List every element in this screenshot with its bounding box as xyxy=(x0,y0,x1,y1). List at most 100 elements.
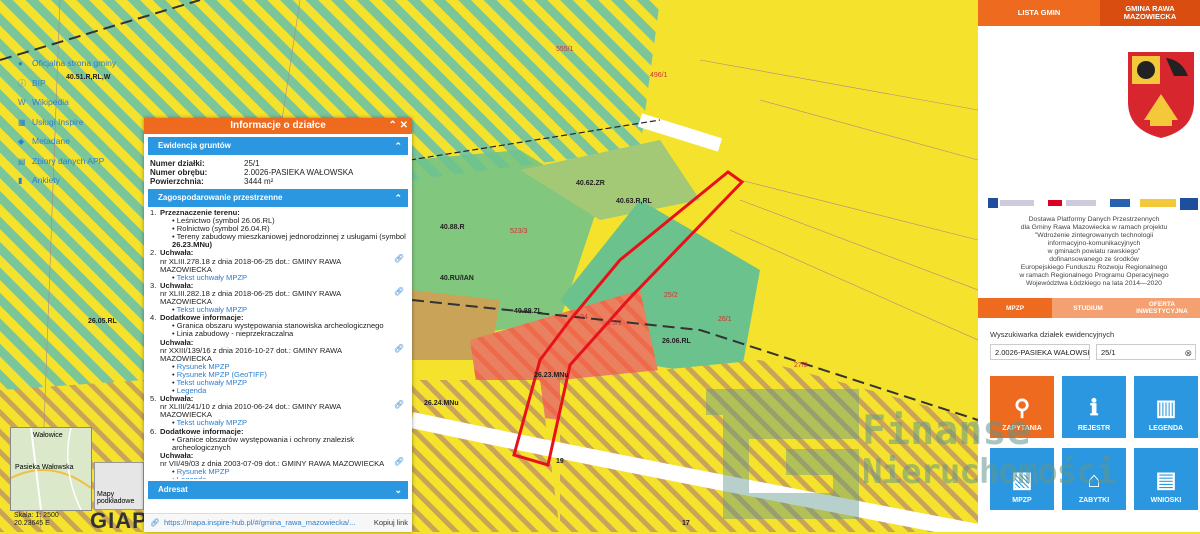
tile-label: ZABYTKI xyxy=(1078,497,1110,504)
panel-header: Informacje o działce ⌃ ✕ xyxy=(144,118,412,134)
chevron-up-icon: ⌃ xyxy=(394,141,402,151)
clear-icon[interactable]: ⊗ xyxy=(1184,345,1192,361)
sidebar-link-label: Metadane xyxy=(32,136,70,146)
sidebar-link[interactable]: W Wikipedia xyxy=(18,93,116,113)
section-title: Adresat xyxy=(158,485,188,494)
giap-logo: GIAP xyxy=(90,508,148,533)
tab-mpzp[interactable]: MPZP xyxy=(978,298,1052,318)
item-number: 3. xyxy=(150,280,157,290)
item-number: 2. xyxy=(150,248,157,258)
map-label: 40.63.R,RL xyxy=(616,198,652,205)
close-icon[interactable]: ✕ xyxy=(400,120,408,131)
item-link[interactable]: • Legenda xyxy=(160,387,406,395)
link-icon[interactable]: 🔗︎ xyxy=(394,287,404,296)
parcel-number: 19 xyxy=(556,458,564,465)
zoning-item: Uchwała: 🔗︎ nr VII/49/03 z dnia 2003-07-09… xyxy=(150,451,406,479)
parcel-row: Powierzchnia: 3444 m² xyxy=(144,177,412,186)
tile-label: LEGENDA xyxy=(1148,425,1184,432)
share-url[interactable]: https://mapa.inspire-hub.pl/#/gmina_rawa… xyxy=(164,514,364,532)
parcel-row: Numer działki: 25/1 xyxy=(144,159,412,168)
scale-info: Skala: 1: 2500 20.23645 E xyxy=(14,512,59,528)
info-icon: ℹ xyxy=(1089,395,1099,420)
parcel-value: 2.0026-PASIEKA WAŁOWSKA xyxy=(244,168,354,177)
coords-text: 20.23645 E xyxy=(14,520,50,527)
obreb-select[interactable]: 2.0026-PASIEKA WAŁOWSKA xyxy=(990,344,1090,360)
sidebar-link[interactable]: ▦ Usługi Inspire xyxy=(18,113,116,133)
link-icon: 🔗︎ xyxy=(150,518,160,527)
item-link[interactable]: • Tekst uchwały MPZP xyxy=(160,273,406,282)
map-label: 40.62.ZR xyxy=(576,180,605,187)
parcel-value: 25/1 xyxy=(244,159,260,168)
search-title: Wyszukiwarka działek ewidencyjnych xyxy=(990,330,1115,339)
document-link[interactable]: Legenda xyxy=(177,475,207,479)
project-line: informacyjno-komunikacyjnych xyxy=(1047,240,1141,247)
parcel-value: 3444 m² xyxy=(244,177,274,186)
zoning-item: 3. Uchwała: 🔗︎ nr XLIII.282.18 z dnia 2018-… xyxy=(150,280,406,314)
project-line: w ramach Regionalnego Programu Operacyjn… xyxy=(1019,272,1169,279)
parcel-number-input[interactable]: 25/1 ⊗ xyxy=(1096,344,1196,360)
map-label: 26.24.MNu xyxy=(424,400,459,407)
sidebar-link-label: BIP xyxy=(32,77,46,88)
project-line: dofinansowanego ze środków xyxy=(1049,256,1139,263)
project-description: Dostawa Platformy Danych Przestrzennych d… xyxy=(990,216,1198,288)
base-maps-button[interactable]: Mapy podkładowe xyxy=(94,462,144,510)
sidebar-link[interactable]: ▮ Ankiety xyxy=(18,171,116,191)
scale-text: Skala: 1: 2500 xyxy=(14,512,59,519)
link-icon[interactable]: 🔗︎ xyxy=(394,457,404,466)
tile-label: REJESTR xyxy=(1077,425,1111,432)
sidebar-link[interactable]: ◆ Metadane xyxy=(18,132,116,152)
eu-funding-logos xyxy=(988,198,1198,210)
tab-oferta[interactable]: OFERTA INWESTYCYJNA xyxy=(1124,298,1200,318)
parcel-number: 27/2 xyxy=(794,362,808,369)
section-zagospodarowanie[interactable]: Zagospodarowanie przestrzenne ⌃ xyxy=(148,189,408,207)
chart-icon: ▮ xyxy=(18,176,23,185)
book-icon: ▥ xyxy=(1155,395,1177,420)
project-line: dla Gminy Rawa Mazowiecka w ramach proje… xyxy=(1020,224,1168,231)
map-label: 40.RU/IAN xyxy=(440,275,474,282)
item-sub: • Linia zabudowy - nieprzekraczalna xyxy=(160,330,406,338)
parcel-number: 25/1 xyxy=(608,320,622,327)
overview-minimap[interactable]: Wałowice Pasieka Wałowska xyxy=(10,427,92,511)
item-link[interactable]: • Legenda xyxy=(160,476,406,479)
section-ewidencja[interactable]: Ewidencja gruntów ⌃ xyxy=(148,137,408,155)
sidebar-link[interactable]: ▤ Zbiory danych APP xyxy=(18,152,116,172)
tile-wnioski[interactable]: ▤ WNIOSKI xyxy=(1134,448,1198,510)
watermark-text: Nieruchomości xyxy=(862,452,1116,492)
tile-label: MPZP xyxy=(1012,497,1032,504)
collapse-icon[interactable]: ⌃ xyxy=(388,120,396,131)
link-icon[interactable]: 🔗︎ xyxy=(394,255,404,263)
sidebar-link[interactable]: ⓘ BIP xyxy=(18,74,116,94)
database-icon: ▤ xyxy=(18,156,26,166)
copy-link-button[interactable]: Kopiuj link xyxy=(374,514,408,532)
minimap-label: Pasieka Wałowska xyxy=(15,464,74,471)
tile-rejestr[interactable]: ℹ REJESTR xyxy=(1062,376,1126,438)
sidebar-link[interactable]: ● Oficjalna strona gminy xyxy=(18,54,116,74)
parcel-number: 17 xyxy=(682,520,690,527)
parcel-number: 496/1 xyxy=(650,72,668,79)
zoning-item: 4. Dodatkowe informacje: • Granica obszaru… xyxy=(150,314,406,338)
tab-lista-gmin[interactable]: LISTA GMIN xyxy=(978,0,1100,26)
section-title: Zagospodarowanie przestrzenne xyxy=(158,193,283,202)
share-link-bar: 🔗︎ https://mapa.inspire-hub.pl/#/gmina_r… xyxy=(144,513,412,532)
parcel-number-value: 25/1 xyxy=(1101,348,1116,357)
chevron-up-icon: ⌃ xyxy=(394,193,402,203)
tab-studium[interactable]: STUDIUM xyxy=(1052,298,1124,318)
zoning-item: 5. Uchwała: 🔗︎ nr XLIII/241/10 z dnia 2010-… xyxy=(150,395,406,427)
parcel-number: 25/2 xyxy=(664,292,678,299)
sidebar-link-label: Ankiety xyxy=(32,175,60,185)
zoning-item: 6. Dodatkowe informacje: • Granice obszaró… xyxy=(150,427,406,452)
project-line: Europejskiego Funduszu Rozwoju Regionaln… xyxy=(1020,264,1168,271)
minimap-label: Wałowice xyxy=(33,432,63,439)
section-adresat[interactable]: Adresat ⌄ xyxy=(148,481,408,499)
tile-legenda[interactable]: ▥ LEGENDA xyxy=(1134,376,1198,438)
link-icon[interactable]: 🔗︎ xyxy=(394,401,404,409)
chevron-down-icon: ⌄ xyxy=(394,485,402,495)
tile-label: WNIOSKI xyxy=(1150,497,1182,504)
tab-gmina[interactable]: GMINA RAWA MAZOWIECKA xyxy=(1100,0,1200,26)
item-number: 1. xyxy=(150,208,157,217)
parcel-key: Powierzchnia: xyxy=(150,177,204,186)
parcel-details: Numer działki: 25/1 Numer obrębu: 2.0026-P… xyxy=(144,155,412,186)
map-label: 26.05.RL xyxy=(88,318,117,325)
municipality-links: ● Oficjalna strona gminy ⓘ BIP W Wikipedia ▦ Us… xyxy=(18,54,116,191)
link-icon[interactable]: 🔗︎ xyxy=(394,344,404,353)
